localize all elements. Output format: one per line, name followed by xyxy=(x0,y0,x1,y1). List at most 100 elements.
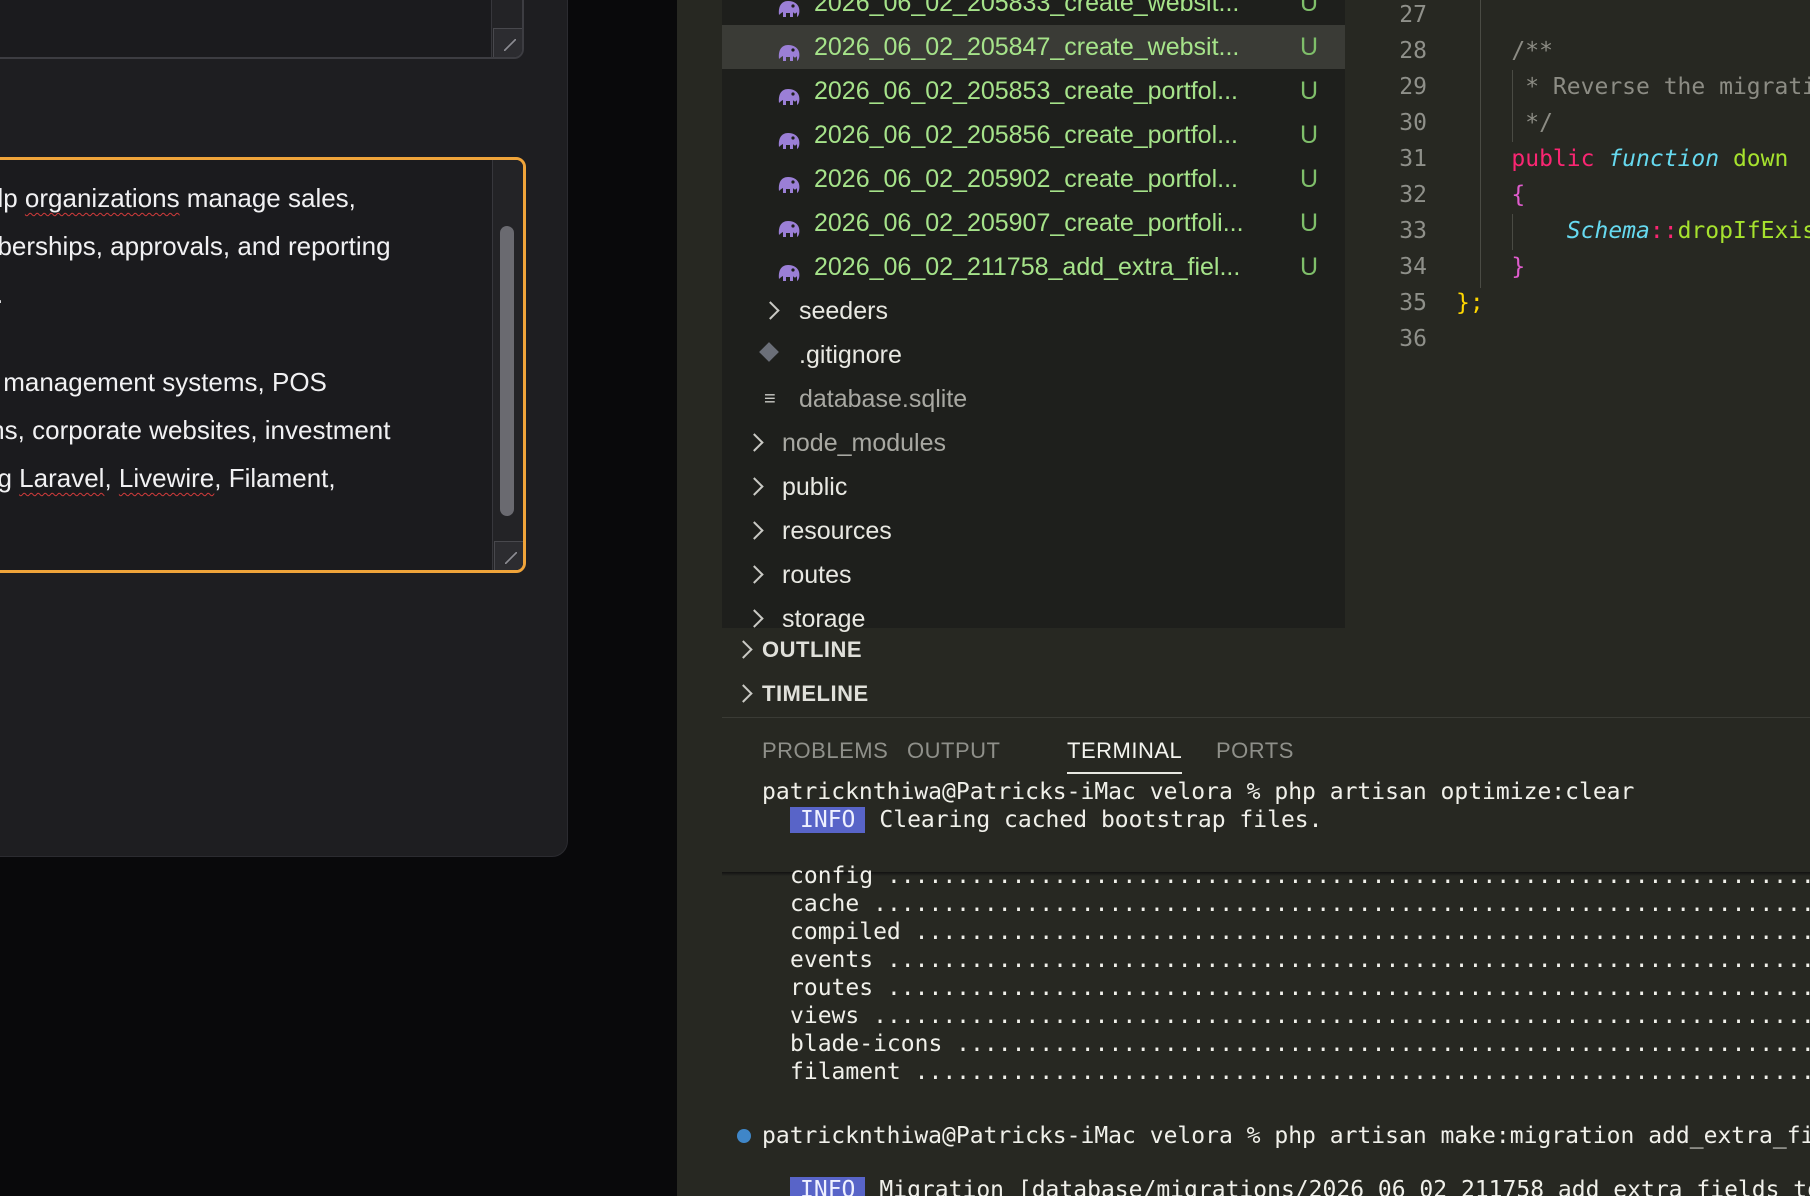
item-label: database.sqlite xyxy=(799,385,968,413)
textarea-line: s. xyxy=(0,270,489,318)
migration-file-item[interactable]: 2026_06_02_211758_add_extra_fiel... U xyxy=(722,245,1345,289)
migration-file-item[interactable]: 2026_06_02_205856_create_portfol... U xyxy=(722,113,1345,157)
code-token: down xyxy=(1732,146,1789,172)
folder-label: public xyxy=(782,473,848,501)
info-message: Migration [database/migrations/2026_06_0… xyxy=(879,1177,1810,1196)
textarea-description-scrollbar[interactable] xyxy=(492,160,523,570)
line-number: 29 xyxy=(1399,74,1427,100)
folder-item[interactable]: routes xyxy=(722,553,1345,597)
scrollbar-thumb[interactable] xyxy=(500,226,514,516)
code-line: }; xyxy=(1456,285,1484,321)
php-elephant-icon xyxy=(776,35,802,61)
task-name: cache xyxy=(790,891,860,917)
textarea-description-focused[interactable]: elp organizations manage sales, nberships… xyxy=(0,157,526,573)
indent-guide xyxy=(1480,0,1481,288)
outline-section[interactable]: OUTLINE xyxy=(722,628,1810,672)
code-token: Schema xyxy=(1456,218,1650,244)
tab-ports[interactable]: PORTS xyxy=(1216,738,1294,764)
migration-file-item[interactable]: 2026_06_02_205847_create_websit... U xyxy=(722,25,1345,69)
folder-item-seeders[interactable]: seeders xyxy=(722,289,1345,333)
text-run: manage sales, xyxy=(179,183,356,213)
text-run: ng xyxy=(0,463,19,493)
code-token: public xyxy=(1456,146,1609,172)
code-token: dropIfExists xyxy=(1677,218,1810,244)
task-name: routes xyxy=(790,975,874,1001)
migration-file-item[interactable]: 2026_06_02_205833_create_websit... U xyxy=(722,0,1345,25)
folder-item[interactable]: public xyxy=(722,465,1345,509)
code-token: function xyxy=(1608,146,1733,172)
migration-file-item[interactable]: 2026_06_02_205907_create_portfoli... U xyxy=(722,201,1345,245)
terminal[interactable]: patricknthiwa@Patricks-iMac velora % php… xyxy=(722,776,1810,1196)
code-line: } xyxy=(1456,249,1525,285)
terminal-task-line: cache ..................................… xyxy=(790,890,1810,918)
text-run: , xyxy=(104,463,119,493)
chevron-right-icon xyxy=(734,684,753,703)
text-run: nberships, approvals, and reporting xyxy=(0,231,391,261)
task-name: compiled xyxy=(790,919,901,945)
dot-leader: ........................................… xyxy=(873,891,1810,917)
code-editor[interactable]: 27 28 /** 29 * Reverse the migrations. 30 *… xyxy=(1345,0,1810,628)
chevron-right-icon xyxy=(745,521,764,540)
code-line: Schema::dropIfExists xyxy=(1456,213,1810,249)
text-run: s management systems, POS xyxy=(0,367,327,397)
tab-output[interactable]: OUTPUT xyxy=(907,738,1000,764)
migration-file-item[interactable]: 2026_06_02_205902_create_portfol... U xyxy=(722,157,1345,201)
line-number: 32 xyxy=(1399,182,1427,208)
migration-file-item[interactable]: 2026_06_02_205853_create_portfol... U xyxy=(722,69,1345,113)
active-tab-indicator xyxy=(1067,772,1182,774)
file-item-database[interactable]: ≡ database.sqlite xyxy=(722,377,1345,421)
file-name: 2026_06_02_205856_create_portfol... xyxy=(814,121,1238,149)
text-run: , Filament, xyxy=(214,463,336,493)
misspelled-word: Livewire xyxy=(118,463,215,493)
terminal-info-line: INFO Clearing cached bootstrap files. xyxy=(790,806,1323,834)
php-elephant-icon xyxy=(776,123,802,149)
file-lines-icon: ≡ xyxy=(764,388,776,410)
info-badge: INFO xyxy=(790,807,866,833)
php-elephant-icon xyxy=(776,255,802,281)
dot-leader: ........................................… xyxy=(873,1003,1810,1029)
command-decoration-dot[interactable] xyxy=(737,1129,751,1143)
file-item-gitignore[interactable]: .gitignore xyxy=(722,333,1345,377)
text-run: ms, corporate websites, investment xyxy=(0,415,391,445)
info-badge: INFO xyxy=(790,1177,866,1196)
line-number: 36 xyxy=(1399,326,1427,352)
textarea-previous[interactable]: ng Laravel, Livewire, Filament, xyxy=(0,0,524,59)
line-number: 33 xyxy=(1399,218,1427,244)
outline-label: OUTLINE xyxy=(762,637,863,662)
terminal-task-line: compiled ...............................… xyxy=(790,918,1810,946)
code-token: * Reverse the migrations. xyxy=(1525,74,1810,100)
code-line: /** xyxy=(1456,33,1553,69)
textarea-line: ms, corporate websites, investment xyxy=(0,406,489,454)
php-elephant-icon xyxy=(776,211,802,237)
line-number: 27 xyxy=(1399,2,1427,28)
line-number: 28 xyxy=(1399,38,1427,64)
item-label: seeders xyxy=(799,297,888,325)
dot-leader: ........................................… xyxy=(886,947,1810,973)
task-name: events xyxy=(790,947,874,973)
file-name: 2026_06_02_205902_create_portfol... xyxy=(814,165,1238,193)
terminal-task-line: events .................................… xyxy=(790,946,1810,974)
php-elephant-icon xyxy=(776,79,802,105)
git-status-untracked: U xyxy=(1300,209,1319,237)
terminal-task-line: blade-icons ............................… xyxy=(790,1030,1810,1058)
git-status-untracked: U xyxy=(1300,0,1319,17)
folder-item[interactable]: node_modules xyxy=(722,421,1345,465)
terminal-command: patricknthiwa@Patricks-iMac velora % php… xyxy=(762,779,1635,805)
chevron-right-icon xyxy=(745,609,764,628)
tab-problems[interactable]: PROBLEMS xyxy=(762,738,888,764)
chevron-right-icon xyxy=(745,477,764,496)
folder-item[interactable]: resources xyxy=(722,509,1345,553)
vscode-window: 2026_06_02_205833_create_websit... U 2026_… xyxy=(677,0,1810,1196)
code-token: { xyxy=(1456,182,1526,208)
tab-terminal[interactable]: TERMINAL xyxy=(1067,738,1182,764)
task-name: config xyxy=(790,863,874,889)
timeline-section[interactable]: TIMELINE xyxy=(722,672,1810,716)
task-name: filament xyxy=(790,1059,901,1085)
line-number: 34 xyxy=(1399,254,1427,280)
terminal-task-line: views ..................................… xyxy=(790,1002,1810,1030)
info-message: Clearing cached bootstrap files. xyxy=(879,807,1323,833)
resize-grip-icon[interactable] xyxy=(493,28,522,57)
terminal-task-line: config .................................… xyxy=(790,862,1810,890)
code-token: :: xyxy=(1649,218,1678,244)
resize-grip-icon[interactable] xyxy=(494,541,523,570)
